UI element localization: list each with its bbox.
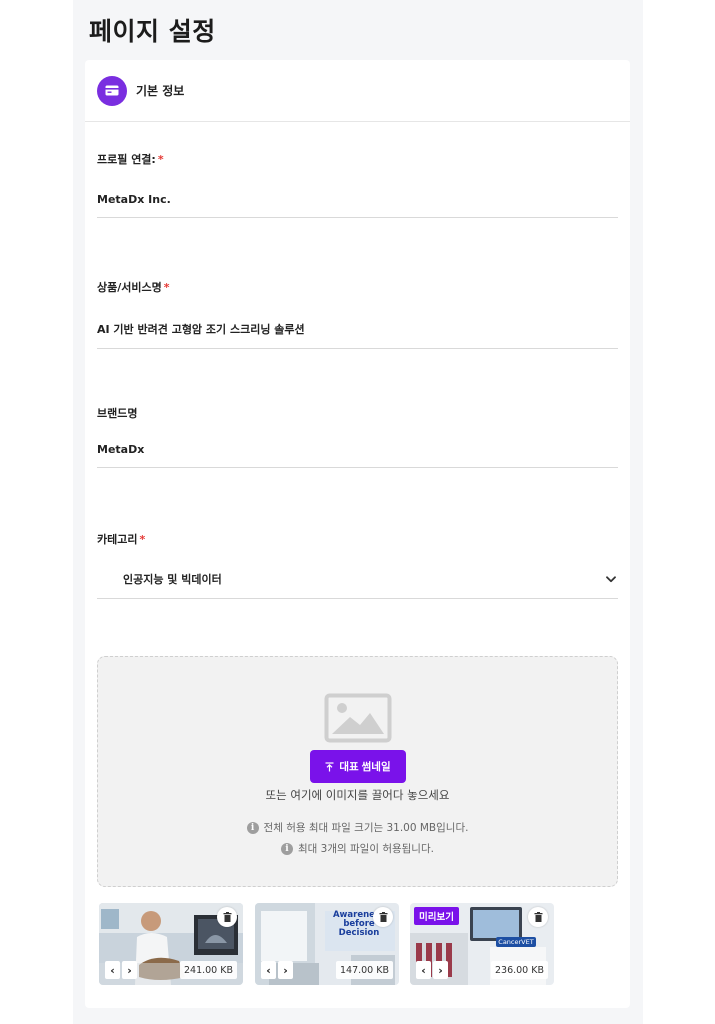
image-dropzone[interactable]: 대표 썸네일 또는 여기에 이미지를 끌어다 놓으세요 i 전체 허용 최대 파…	[97, 656, 618, 887]
required-mark: *	[157, 153, 164, 166]
delete-thumbnail-button[interactable]	[528, 907, 548, 927]
thumbnail-2[interactable]: Awareness before Decision ‹ › 147.00 KB	[255, 903, 399, 985]
category-field: 카테고리 * 인공지능 및 빅데이터	[97, 531, 618, 599]
trash-icon	[223, 912, 231, 922]
product-label-text: 상품/서비스명	[97, 281, 162, 294]
screen-label: CancerVET	[498, 938, 534, 946]
delete-thumbnail-button[interactable]	[217, 907, 237, 927]
page-title: 페이지 설정	[89, 17, 216, 46]
brand-field: 브랜드명 MetaDx	[97, 405, 618, 468]
move-right-button[interactable]: ›	[433, 961, 448, 979]
trash-icon	[534, 912, 542, 922]
category-label: 카테고리 *	[97, 531, 618, 547]
max-size-info: i 전체 허용 최대 파일 크기는 31.00 MB입니다.	[98, 820, 617, 835]
dropzone-hint: 또는 여기에 이미지를 끌어다 놓으세요	[265, 788, 450, 802]
move-right-button[interactable]: ›	[278, 961, 293, 979]
file-size-label: 241.00 KB	[179, 961, 237, 979]
product-label: 상품/서비스명 *	[97, 279, 618, 295]
thumbnail-1[interactable]: ‹ › 241.00 KB	[99, 903, 243, 985]
profile-input[interactable]: MetaDx Inc.	[97, 193, 618, 218]
chevron-down-icon[interactable]	[606, 573, 616, 586]
move-left-button[interactable]: ‹	[261, 961, 276, 979]
category-label-text: 카테고리	[97, 533, 138, 546]
profile-label-text: 프로필 연결:	[97, 153, 156, 166]
trash-icon	[379, 912, 387, 922]
profile-label: 프로필 연결: *	[97, 151, 618, 167]
page-container: 페이지 설정 기본 정보 프로필 연결: * MetaDx Inc. 상품/서비스…	[73, 0, 643, 1024]
product-field: 상품/서비스명 * AI 기반 반려견 고형암 조기 스크리닝 솔루션	[97, 279, 618, 349]
brand-label: 브랜드명	[97, 407, 138, 420]
max-count-text: 최대 3개의 파일이 허용됩니다.	[298, 843, 434, 855]
required-mark: *	[163, 281, 170, 294]
thumbnail-reorder-controls: ‹ ›	[416, 961, 448, 979]
move-right-button[interactable]: ›	[122, 961, 137, 979]
file-size-label: 147.00 KB	[335, 961, 393, 979]
category-select-value: 인공지능 및 빅데이터	[123, 573, 222, 586]
preview-badge: 미리보기	[414, 907, 459, 925]
thumbnail-reorder-controls: ‹ ›	[105, 961, 137, 979]
card-icon	[97, 75, 127, 106]
move-left-button[interactable]: ‹	[105, 961, 120, 979]
brand-input[interactable]: MetaDx	[97, 443, 618, 468]
product-input[interactable]: AI 기반 반려견 고형암 조기 스크리닝 솔루션	[97, 321, 618, 349]
max-size-text: 전체 허용 최대 파일 크기는 31.00 MB입니다.	[263, 822, 469, 834]
card-header: 기본 정보	[85, 60, 630, 122]
profile-field: 프로필 연결: * MetaDx Inc.	[97, 151, 618, 218]
category-select[interactable]: 인공지능 및 빅데이터	[97, 571, 618, 599]
thumbnail-3[interactable]: CancerVET 미리보기 ‹ › 236.00 KB	[410, 903, 554, 985]
thumbnail-reorder-controls: ‹ ›	[261, 961, 293, 979]
file-size-label: 236.00 KB	[490, 961, 548, 979]
section-title: 기본 정보	[136, 84, 185, 98]
basic-info-card: 기본 정보 프로필 연결: * MetaDx Inc. 상품/서비스명 * AI 기…	[85, 60, 630, 1008]
upload-button-label: 대표 썸네일	[339, 761, 391, 773]
info-icon: i	[246, 821, 259, 834]
info-icon: i	[281, 842, 294, 855]
delete-thumbnail-button[interactable]	[373, 907, 393, 927]
max-count-info: i 최대 3개의 파일이 허용됩니다.	[98, 841, 617, 856]
upload-icon	[325, 761, 334, 771]
image-placeholder-icon	[324, 693, 392, 747]
required-mark: *	[139, 533, 146, 546]
upload-thumbnail-button[interactable]: 대표 썸네일	[310, 750, 406, 783]
move-left-button[interactable]: ‹	[416, 961, 431, 979]
